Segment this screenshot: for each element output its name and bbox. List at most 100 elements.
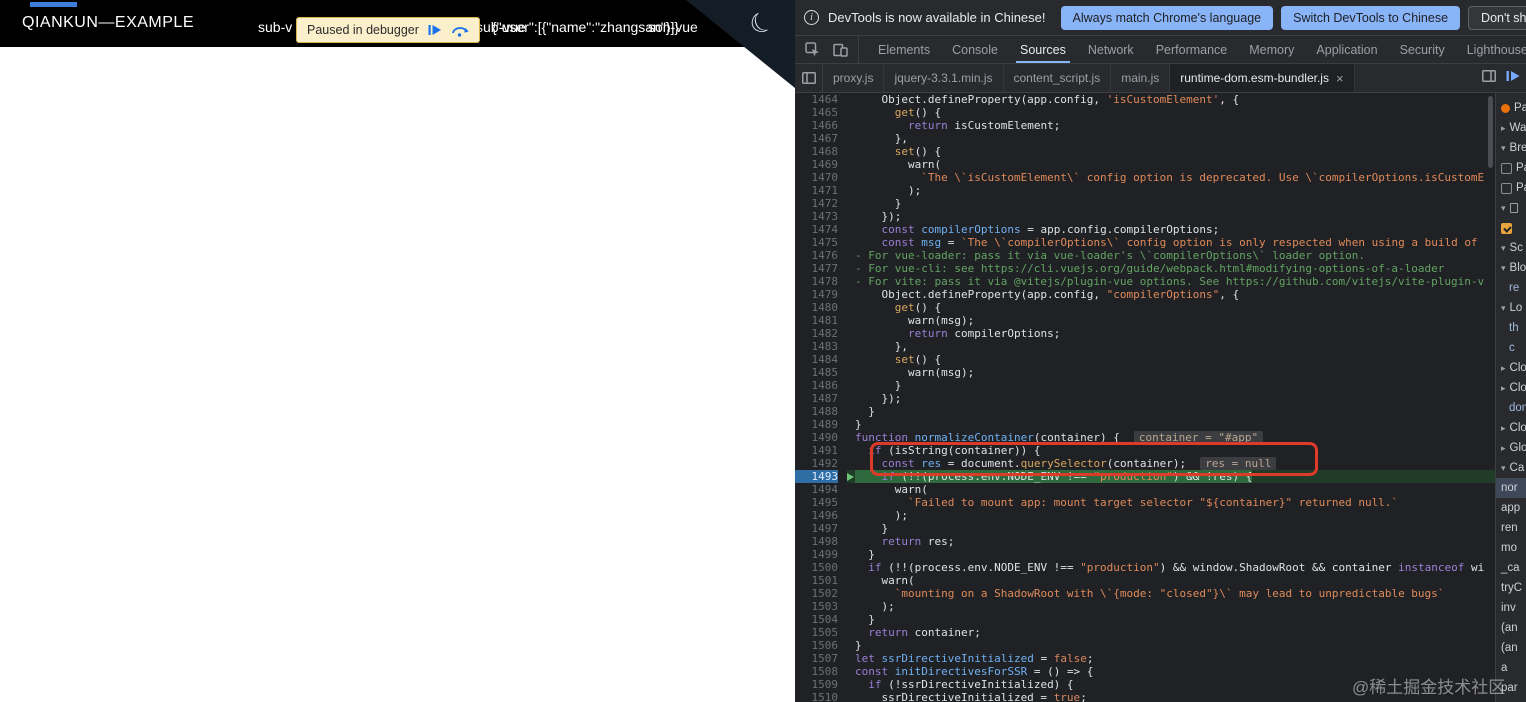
line-number-1478[interactable]: 1478 <box>795 275 839 288</box>
sidebar-item-ca[interactable]: _ca <box>1496 558 1526 578</box>
sidebar-item-wa[interactable]: ▸ Wa <box>1496 118 1526 138</box>
sidebar-item-app[interactable]: app <box>1496 498 1526 518</box>
line-number-1465[interactable]: 1465 <box>795 106 839 119</box>
don-t-show-again-button[interactable]: Don't show again <box>1468 5 1526 30</box>
line-number-1473[interactable]: 1473 <box>795 210 839 223</box>
file-tab-main-js[interactable]: main.js <box>1111 64 1171 92</box>
sidebar-item-an[interactable]: (an <box>1496 618 1526 638</box>
line-number-1471[interactable]: 1471 <box>795 184 839 197</box>
inspect-element-icon[interactable] <box>800 39 825 61</box>
navigator-toggle-icon[interactable] <box>795 64 823 92</box>
sidebar-item-pa[interactable]: Pa <box>1496 98 1526 118</box>
sidebar-item-inv[interactable]: inv <box>1496 598 1526 618</box>
line-number-1498[interactable]: 1498 <box>795 535 839 548</box>
sidebar-item-re[interactable]: re <box>1496 278 1526 298</box>
sidebar-item-lo[interactable]: ▾ Lo <box>1496 298 1526 318</box>
sidebar-item-mo[interactable]: mo <box>1496 538 1526 558</box>
line-number-1469[interactable]: 1469 <box>795 158 839 171</box>
sidebar-item-tryc[interactable]: tryC <box>1496 578 1526 598</box>
line-number-1486[interactable]: 1486 <box>795 379 839 392</box>
sidebar-item-clo[interactable]: ▸ Clo <box>1496 358 1526 378</box>
line-number-1466[interactable]: 1466 <box>795 119 839 132</box>
file-tab-runtime-dom-esm-bundler-js[interactable]: runtime-dom.esm-bundler.js × <box>1170 64 1355 92</box>
sidebar-item-c[interactable]: c <box>1496 338 1526 358</box>
line-number-1479[interactable]: 1479 <box>795 288 839 301</box>
sidebar-item-clo[interactable]: ▸ Clo <box>1496 418 1526 438</box>
sidebar-item-sc[interactable]: ▾ Sc <box>1496 238 1526 258</box>
tab-lighthouse[interactable]: Lighthouse <box>1456 36 1526 63</box>
sidebar-item-dom[interactable]: dom <box>1496 398 1526 418</box>
sidebar-item-an[interactable]: (an <box>1496 638 1526 658</box>
tab-sources[interactable]: Sources <box>1009 36 1077 63</box>
line-number-1507[interactable]: 1507 <box>795 652 839 665</box>
breakpoint-checkbox[interactable] <box>1501 182 1512 194</box>
breakpoint-checkbox[interactable] <box>1501 222 1512 234</box>
sidebar-item-bre[interactable]: ▾ Bre <box>1496 138 1526 158</box>
line-number-1508[interactable]: 1508 <box>795 665 839 678</box>
editor-scrollbar[interactable] <box>1488 96 1493 168</box>
sidebar-item-ca[interactable]: ▾ Ca <box>1496 458 1526 478</box>
tab-application[interactable]: Application <box>1305 36 1388 63</box>
line-number-1497[interactable]: 1497 <box>795 522 839 535</box>
switch-devtools-to-chinese-button[interactable]: Switch DevTools to Chinese <box>1281 5 1461 30</box>
line-number-1503[interactable]: 1503 <box>795 600 839 613</box>
line-number-1484[interactable]: 1484 <box>795 353 839 366</box>
line-number-1481[interactable]: 1481 <box>795 314 839 327</box>
sidebar-item-icon[interactable]: ▾ <box>1496 198 1526 218</box>
always-match-chrome-s-language-button[interactable]: Always match Chrome's language <box>1060 5 1274 30</box>
line-number-1483[interactable]: 1483 <box>795 340 839 353</box>
line-number-1491[interactable]: 1491 <box>795 444 839 457</box>
line-number-1488[interactable]: 1488 <box>795 405 839 418</box>
tab-network[interactable]: Network <box>1077 36 1145 63</box>
tab-performance[interactable]: Performance <box>1145 36 1239 63</box>
file-tab-content-script-js[interactable]: content_script.js <box>1004 64 1112 92</box>
tab-elements[interactable]: Elements <box>867 36 941 63</box>
line-number-1492[interactable]: 1492 <box>795 457 839 470</box>
line-number-1467[interactable]: 1467 <box>795 132 839 145</box>
tab-memory[interactable]: Memory <box>1238 36 1305 63</box>
line-number-1476[interactable]: 1476 <box>795 249 839 262</box>
line-number-1499[interactable]: 1499 <box>795 548 839 561</box>
line-number-1493[interactable]: 1493 <box>795 470 838 483</box>
sidebar-item-nor[interactable]: nor <box>1496 478 1526 498</box>
line-number-1506[interactable]: 1506 <box>795 639 839 652</box>
line-number-1510[interactable]: 1510 <box>795 691 839 702</box>
line-number-1472[interactable]: 1472 <box>795 197 839 210</box>
line-number-1474[interactable]: 1474 <box>795 223 839 236</box>
sidebar-item-glo[interactable]: ▸ Glo <box>1496 438 1526 458</box>
sidebar-item-blo[interactable]: ▾ Blo <box>1496 258 1526 278</box>
line-number-1485[interactable]: 1485 <box>795 366 839 379</box>
line-number-1468[interactable]: 1468 <box>795 145 839 158</box>
line-number-1489[interactable]: 1489 <box>795 418 839 431</box>
line-number-1495[interactable]: 1495 <box>795 496 839 509</box>
sidebar-item-ren[interactable]: ren <box>1496 518 1526 538</box>
close-icon[interactable]: × <box>1336 72 1344 85</box>
toggle-debugger-sidebar-icon[interactable] <box>1482 69 1496 87</box>
sidebar-item-icon[interactable] <box>1496 218 1526 238</box>
line-number-1477[interactable]: 1477 <box>795 262 839 275</box>
sidebar-item-clo[interactable]: ▸ Clo <box>1496 378 1526 398</box>
file-tab-proxy-js[interactable]: proxy.js <box>823 64 885 92</box>
resume-debugger-icon[interactable] <box>1506 69 1521 87</box>
line-number-1494[interactable]: 1494 <box>795 483 839 496</box>
tab-security[interactable]: Security <box>1389 36 1456 63</box>
sidebar-item-th[interactable]: th <box>1496 318 1526 338</box>
line-number-1496[interactable]: 1496 <box>795 509 839 522</box>
line-number-1504[interactable]: 1504 <box>795 613 839 626</box>
line-number-1475[interactable]: 1475 <box>795 236 839 249</box>
tab-console[interactable]: Console <box>941 36 1009 63</box>
line-number-1487[interactable]: 1487 <box>795 392 839 405</box>
line-number-1500[interactable]: 1500 <box>795 561 839 574</box>
line-number-1505[interactable]: 1505 <box>795 626 839 639</box>
device-toolbar-icon[interactable] <box>828 39 853 61</box>
file-tab-jquery-3-3-1-min-js[interactable]: jquery-3.3.1.min.js <box>884 64 1004 92</box>
line-number-1464[interactable]: 1464 <box>795 93 839 106</box>
line-number-1502[interactable]: 1502 <box>795 587 839 600</box>
breakpoint-checkbox[interactable] <box>1501 162 1512 174</box>
line-number-1482[interactable]: 1482 <box>795 327 839 340</box>
step-over-button[interactable] <box>451 24 469 37</box>
line-number-1480[interactable]: 1480 <box>795 301 839 314</box>
sidebar-item-pa[interactable]: Pa <box>1496 178 1526 198</box>
line-number-1509[interactable]: 1509 <box>795 678 839 691</box>
line-number-1470[interactable]: 1470 <box>795 171 839 184</box>
